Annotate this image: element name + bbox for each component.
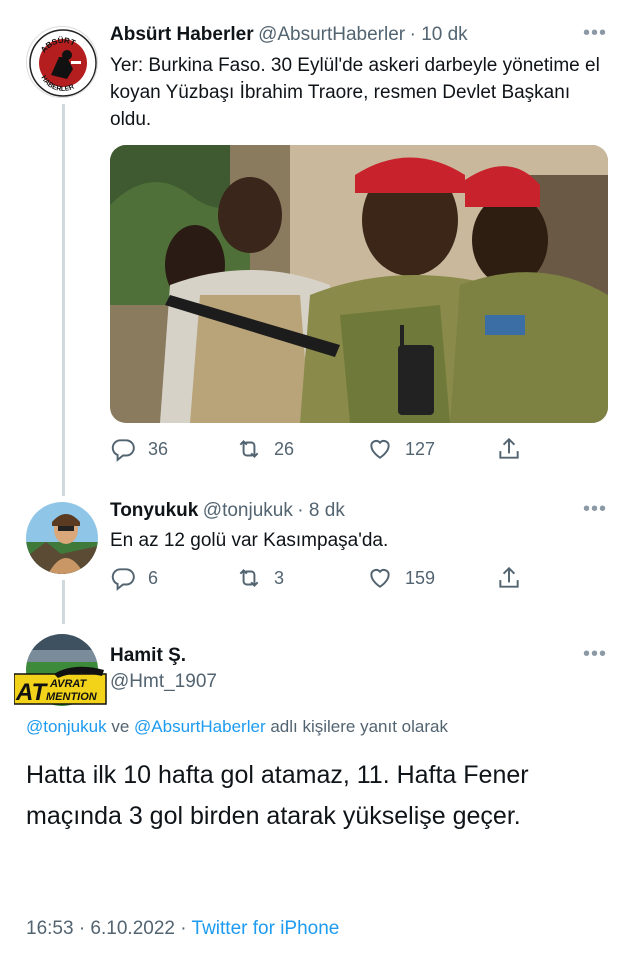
like-button[interactable]: 127	[367, 436, 435, 462]
mention-tonjukuk[interactable]: @tonjukuk	[26, 717, 107, 736]
like-icon	[370, 568, 390, 588]
like-count: 159	[405, 567, 436, 588]
reply-count: 36	[148, 438, 169, 459]
post-time[interactable]: · 10 dk	[410, 24, 468, 45]
thread-line-1	[62, 104, 65, 496]
share-icon	[499, 437, 519, 459]
tweet1-text: Yer: Burkina Faso. 30 Eylül'de askeri da…	[110, 55, 600, 130]
retweet-icon	[239, 569, 259, 587]
more-icon[interactable]: •••	[583, 643, 607, 666]
share-button[interactable]	[496, 436, 522, 462]
tonyukuk-avatar-image	[26, 502, 98, 574]
source-link[interactable]: Twitter for iPhone	[192, 918, 340, 939]
retweet-button[interactable]: 26	[236, 436, 294, 462]
like-icon	[370, 439, 390, 459]
tweet2-header: Tonyukuk @tonjukuk · 8 dk	[110, 500, 345, 522]
tweet2-text: En az 12 golü var Kasımpaşa'da.	[110, 530, 389, 551]
avatar-hamit[interactable]: AT AVRAT MENTION	[13, 630, 110, 710]
more-icon[interactable]: •••	[583, 498, 607, 521]
retweet-icon	[239, 440, 259, 458]
reply-context: @tonjukuk ve @AbsurtHaberler adlı kişile…	[26, 717, 448, 737]
reply-and: ve	[111, 717, 130, 736]
retweet-count: 26	[274, 438, 295, 459]
avatar-tonyukuk[interactable]	[26, 502, 98, 574]
like-button[interactable]: 159	[367, 565, 435, 591]
post-time[interactable]: · 8 dk	[297, 500, 345, 521]
author-name[interactable]: Hamit Ş.	[110, 645, 186, 667]
author-name[interactable]: Absürt Haberler	[110, 24, 254, 45]
reply-suffix: adlı kişilere yanıt olarak	[270, 717, 448, 736]
author-handle[interactable]: @tonjukuk	[203, 500, 293, 521]
retweet-count: 3	[274, 567, 285, 588]
reply-icon	[111, 568, 135, 591]
author-handle[interactable]: @AbsurtHaberler	[258, 24, 405, 45]
badge-line1: AVRAT	[49, 678, 88, 690]
thread-line-2	[62, 580, 65, 624]
badge-big-text: AT	[15, 679, 49, 706]
tweet3-text: Hatta ilk 10 hafta gol atamaz, 11. Hafta…	[26, 761, 529, 830]
reply-button[interactable]: 36	[110, 436, 168, 462]
soldiers-photo	[110, 145, 608, 423]
tweet1-photo[interactable]	[110, 145, 608, 423]
reply-button[interactable]: 6	[110, 565, 158, 591]
badge-line2: MENTION	[46, 691, 98, 703]
reply-icon	[111, 439, 135, 462]
timestamp[interactable]: 16:53 · 6.10.2022 ·	[26, 918, 187, 939]
absurt-logo-icon: ABSÜRT HABERLER	[29, 29, 97, 97]
share-icon	[499, 566, 519, 588]
share-button[interactable]	[496, 565, 522, 591]
hamit-avatar-image: AT AVRAT MENTION	[13, 634, 107, 706]
avatar-absurt-haberler[interactable]: ABSÜRT HABERLER	[26, 26, 98, 98]
tweet1-header: Absürt Haberler @AbsurtHaberler · 10 dk	[110, 24, 468, 46]
reply-count: 6	[148, 567, 159, 588]
retweet-button[interactable]: 3	[236, 565, 284, 591]
more-icon[interactable]: •••	[583, 22, 607, 45]
mention-absurthaberler[interactable]: @AbsurtHaberler	[134, 717, 266, 736]
author-handle[interactable]: @Hmt_1907	[110, 671, 217, 693]
author-name[interactable]: Tonyukuk	[110, 500, 198, 521]
tweet3-meta: 16:53 · 6.10.2022 · Twitter for iPhone	[26, 918, 339, 940]
like-count: 127	[405, 438, 436, 459]
